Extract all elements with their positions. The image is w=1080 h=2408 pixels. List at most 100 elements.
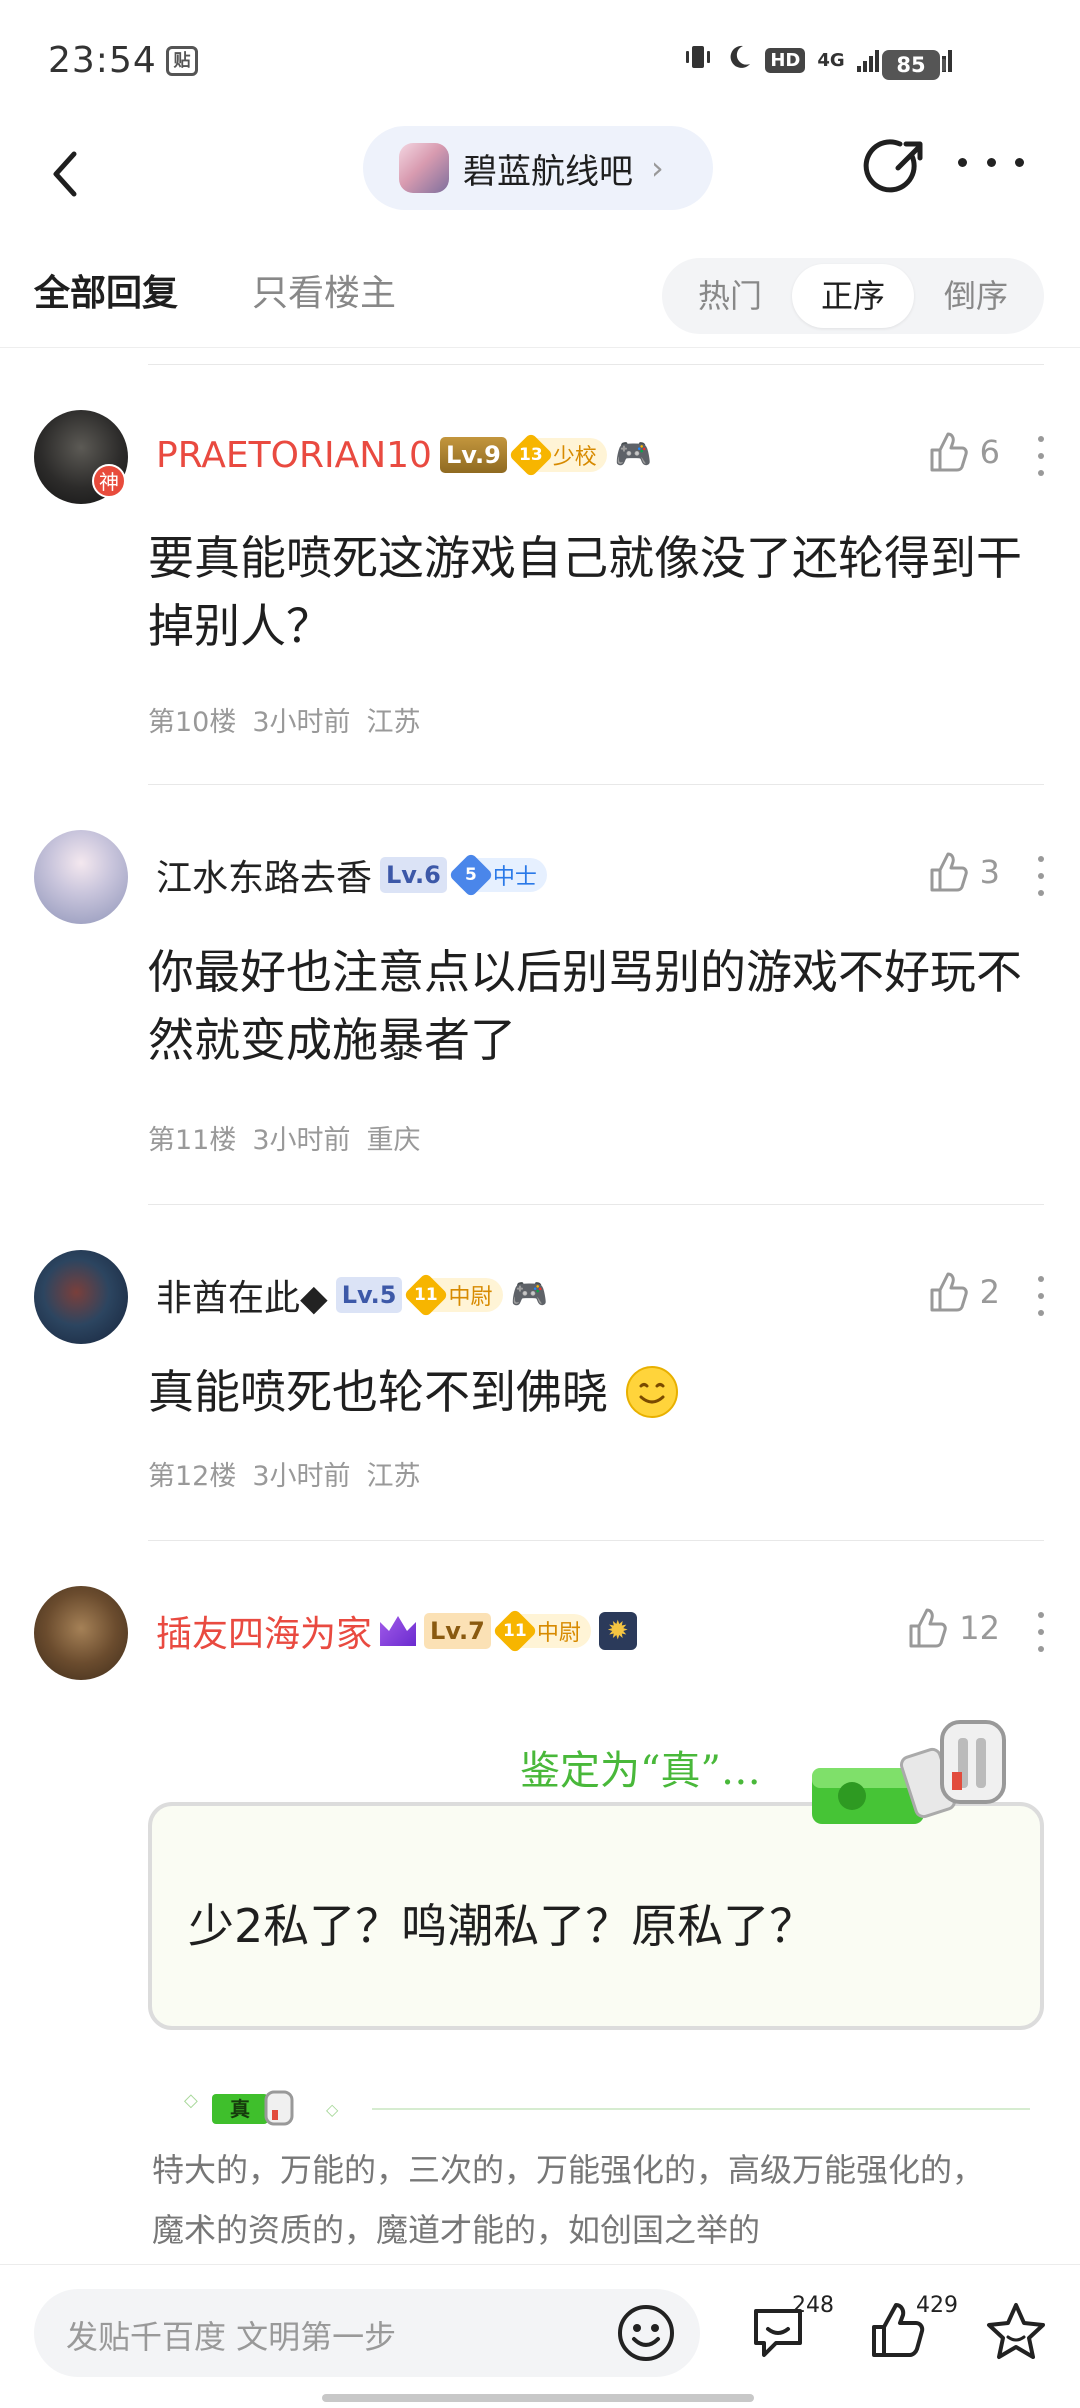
god-badge: 神 <box>92 464 126 498</box>
post-location: 江苏 <box>366 707 421 738</box>
back-arrow-icon <box>53 151 77 197</box>
floor-number: 第12楼 <box>148 1461 237 1492</box>
like-button[interactable]: 6 <box>926 430 1000 474</box>
floor-number: 第10楼 <box>148 707 237 738</box>
user-line: 非酋在此◆ Lv.5 11 中尉 🎮 <box>156 1270 548 1320</box>
chevron-right-icon: › <box>651 149 664 187</box>
rank-badge: 11 中尉 <box>403 1272 503 1318</box>
divider <box>148 1204 1044 1205</box>
moon-icon <box>725 43 753 78</box>
judgement-text: 少2私了？鸣潮私了？原私了？ <box>188 1899 816 1953</box>
nav-header: 碧蓝航线吧 › <box>0 120 1080 230</box>
avatar[interactable] <box>34 1586 128 1680</box>
vibrate-icon <box>683 42 713 79</box>
reply-content: 要真能喷死这游戏自己就像没了还轮得到干掉别人？ <box>148 531 1022 653</box>
post-more-button[interactable] <box>1036 856 1046 896</box>
battery-icon: 85 <box>882 50 946 80</box>
forum-avatar <box>399 143 449 193</box>
reply-meta: 第12楼 3小时前 江苏 <box>148 1454 421 1493</box>
user-line: 插友四海为家 Lv.7 11 中尉 ✹ <box>156 1606 637 1656</box>
sort-descending[interactable]: 倒序 <box>916 264 1036 328</box>
signal-icon-1 <box>856 48 879 72</box>
post-location: 江苏 <box>366 1461 421 1492</box>
post-location: 重庆 <box>366 1125 421 1156</box>
emoji-icon[interactable] <box>614 2301 678 2365</box>
post-more-button[interactable] <box>1036 436 1046 476</box>
vip-crown-icon <box>380 1616 417 1646</box>
reply-meta: 第11楼 3小时前 重庆 <box>148 1118 421 1157</box>
avatar[interactable] <box>34 1250 128 1344</box>
thumbs-up-icon <box>930 1272 968 1312</box>
like-count: 12 <box>959 1609 1000 1647</box>
rank-badge: 11 中尉 <box>492 1608 591 1654</box>
status-bar: 23:54 贴 HD 4G 4G 85 <box>0 0 1080 120</box>
gamepad-badge-icon: 🎮 <box>510 1277 548 1312</box>
post-time: 3小时前 <box>252 1125 351 1156</box>
like-count: 6 <box>979 433 1000 471</box>
user-line: 江水东路去香 Lv.6 5 中士 <box>156 850 547 900</box>
like-button[interactable]: 3 <box>926 850 1000 894</box>
status-time: 23:54 <box>48 40 157 81</box>
post-time: 3小时前 <box>252 1461 351 1492</box>
mini-scanner-icon <box>264 2090 294 2126</box>
star-favorite-icon[interactable] <box>984 2299 1048 2363</box>
username[interactable]: PRAETORIAN10 <box>156 435 432 476</box>
reply-content: 你最好也注意点以后别骂别的游戏不好玩不然就变成施暴者了 <box>148 945 1022 1067</box>
back-button[interactable] <box>40 138 100 208</box>
thumbs-up-icon <box>930 852 968 892</box>
share-button[interactable] <box>862 132 932 202</box>
forum-entry-button[interactable]: 碧蓝航线吧 › <box>363 126 713 210</box>
level-badge: Lv.9 <box>439 437 507 473</box>
username[interactable]: 非酋在此◆ <box>156 1269 328 1321</box>
app-notification-icon: 贴 <box>166 46 198 76</box>
forum-name: 碧蓝航线吧 <box>463 151 633 192</box>
home-indicator[interactable] <box>322 2394 754 2402</box>
tab-all-replies[interactable]: 全部回复 <box>34 264 178 316</box>
reply-placeholder: 发贴千百度 文明第一步 <box>66 2318 397 2356</box>
sparkle-icon: ◇ <box>326 2100 339 2119</box>
bottom-bar: 发贴千百度 文明第一步 248 429 <box>0 2264 1080 2408</box>
thumbs-up-icon <box>909 1608 948 1648</box>
truth-scanner-icon <box>812 1720 1006 1824</box>
share-icon <box>863 139 923 193</box>
user-line: PRAETORIAN10 Lv.9 13 少校 🎮 <box>156 430 652 480</box>
sort-hot[interactable]: 热门 <box>670 264 790 328</box>
rank-badge: 13 少校 <box>508 432 607 478</box>
floor-number: 第11楼 <box>148 1125 237 1156</box>
reply-content-row: 真能喷死也轮不到佛晓 <box>148 1358 1040 1426</box>
reply-meta: 第10楼 3小时前 江苏 <box>148 700 421 739</box>
like-count: 3 <box>979 853 1000 891</box>
rank-badge: 5 中士 <box>448 852 547 898</box>
username[interactable]: 插友四海为家 <box>156 1605 372 1657</box>
reply-input[interactable]: 发贴千百度 文明第一步 <box>34 2289 700 2377</box>
judgement-separator: ◇ 真 ◇ <box>150 2088 1030 2128</box>
post-time: 3小时前 <box>252 707 351 738</box>
tab-only-op[interactable]: 只看楼主 <box>252 264 396 316</box>
hd-icon: HD <box>765 47 806 73</box>
network-label-1: 4G <box>817 49 845 71</box>
post-more-button[interactable] <box>1036 1612 1046 1652</box>
sort-ascending[interactable]: 正序 <box>792 264 914 328</box>
comment-count: 248 <box>792 2293 834 2318</box>
level-badge: Lv.7 <box>424 1613 491 1649</box>
judgement-detail: 特大的，万能的，三次的，万能强化的，高级万能强化的，魔术的资质的，魔道才能的，如… <box>152 2151 985 2249</box>
reply-content: 真能喷死也轮不到佛晓 <box>148 1365 608 1419</box>
level-badge: Lv.5 <box>335 1277 403 1313</box>
smile-emoji-icon <box>626 1366 678 1418</box>
like-button[interactable]: 12 <box>905 1606 1000 1650</box>
divider <box>148 364 1044 365</box>
thumbs-up-icon <box>930 432 968 472</box>
like-button[interactable]: 2 <box>926 1270 1000 1314</box>
post-more-button[interactable] <box>1036 1276 1046 1316</box>
level-badge: Lv.6 <box>380 857 447 893</box>
more-menu-button[interactable] <box>958 142 1024 182</box>
like-count-total: 429 <box>916 2293 958 2318</box>
sort-toggle: 热门 正序 倒序 <box>662 258 1044 334</box>
divider <box>148 1540 1044 1541</box>
avatar[interactable] <box>34 830 128 924</box>
username[interactable]: 江水东路去香 <box>156 849 372 901</box>
reply-tabs: 全部回复 只看楼主 热门 正序 倒序 <box>0 232 1080 348</box>
sun-badge-icon: ✹ <box>598 1612 637 1650</box>
judgement-label: 鉴定为“真”… <box>520 1748 761 1794</box>
sparkle-icon: ◇ <box>184 2090 198 2111</box>
